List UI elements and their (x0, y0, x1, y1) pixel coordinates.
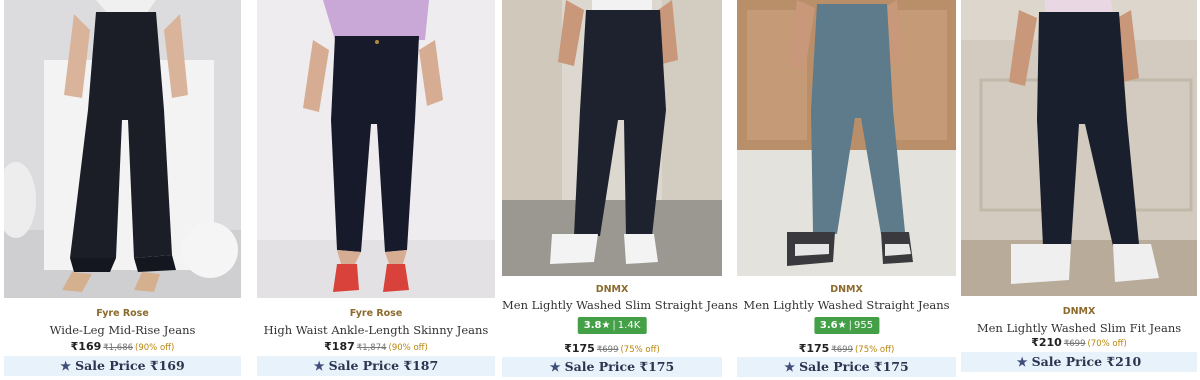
discount-text: (75% off) (854, 345, 895, 355)
sale-price-banner: ★ Sale Price ₹187 (257, 356, 495, 376)
star-icon: ★ (313, 359, 325, 373)
original-price: ₹1,686 (103, 343, 134, 353)
sale-price-banner: ★ Sale Price ₹175 (737, 357, 956, 377)
man-slim-fit-jeans-photo[interactable] (961, 0, 1197, 296)
product-card[interactable]: Fyre Rose Wide-Leg Mid-Rise Jeans ₹169 ₹1… (4, 0, 241, 380)
price-row: ₹175 ₹699 (75% off) (502, 340, 722, 357)
sale-price-label: Sale Price ₹187 (328, 358, 439, 373)
sale-price-label: Sale Price ₹210 (1031, 354, 1142, 369)
star-icon: ★ (549, 360, 561, 374)
rating-separator: | (612, 320, 616, 331)
product-card[interactable]: DNMX Men Lightly Washed Slim Fit Jeans ₹… (961, 0, 1197, 380)
product-card[interactable]: DNMX Men Lightly Washed Slim Straight Je… (502, 0, 738, 380)
brand-name: Fyre Rose (96, 308, 149, 319)
price-row: ₹175 ₹699 (75% off) (737, 340, 956, 357)
discount-text: (90% off) (135, 343, 175, 353)
rating-score: 3.6 (819, 320, 838, 331)
sale-price-label: Sale Price ₹175 (799, 359, 909, 374)
sale-price-banner: ★ Sale Price ₹169 (4, 356, 241, 376)
rating-star-icon: ★ (837, 320, 847, 331)
product-name[interactable]: Men Lightly Washed Slim Fit Jeans (961, 321, 1197, 335)
original-price: ₹699 (1063, 339, 1086, 349)
product-name[interactable]: Men Lightly Washed Slim Straight Jeans (502, 298, 738, 312)
man-slim-straight-jeans-photo[interactable] (502, 0, 722, 276)
star-icon: ★ (784, 360, 796, 374)
discount-text: (90% off) (388, 343, 428, 353)
product-name[interactable]: Wide-Leg Mid-Rise Jeans (4, 323, 241, 337)
current-price: ₹175 (564, 342, 595, 355)
woman-skinny-jeans-photo[interactable] (257, 0, 495, 298)
product-name[interactable]: High Waist Ankle-Length Skinny Jeans (257, 323, 495, 337)
rating-count: 1.4K (617, 320, 641, 331)
brand-name: Fyre Rose (349, 308, 403, 319)
rating-count: 955 (853, 320, 874, 331)
product-name[interactable]: Men Lightly Washed Straight Jeans (737, 298, 956, 312)
original-price: ₹699 (596, 345, 619, 355)
brand-name: DNMX (830, 284, 863, 295)
rating-badge[interactable]: 3.8★ | 1.4K (577, 317, 647, 334)
original-price: ₹699 (831, 345, 853, 355)
sale-price-banner: ★ Sale Price ₹210 (961, 352, 1197, 372)
rating-badge[interactable]: 3.6★ | 955 (813, 317, 880, 334)
current-price: ₹169 (70, 340, 102, 353)
woman-wide-leg-jeans-photo[interactable] (4, 0, 241, 298)
star-icon: ★ (60, 359, 72, 373)
sale-price-label: Sale Price ₹175 (564, 359, 675, 374)
price-row: ₹169 ₹1,686 (90% off) (4, 338, 241, 355)
sale-price-banner: ★ Sale Price ₹175 (502, 357, 722, 377)
discount-text: (75% off) (620, 345, 660, 355)
price-row: ₹210 ₹699 (70% off) (961, 334, 1197, 351)
brand-name: DNMX (595, 284, 629, 295)
rating-separator: | (848, 320, 852, 331)
original-price: ₹1,874 (356, 343, 387, 353)
brand-name: DNMX (1062, 306, 1096, 317)
price-row: ₹187 ₹1,874 (90% off) (257, 338, 495, 355)
rating-star-icon: ★ (601, 320, 611, 331)
sale-price-label: Sale Price ₹169 (75, 358, 185, 373)
current-price: ₹187 (324, 340, 355, 353)
product-card[interactable]: DNMX Men Lightly Washed Straight Jeans 3… (737, 0, 956, 380)
product-card[interactable]: Fyre Rose High Waist Ankle-Length Skinny… (257, 0, 495, 380)
star-icon: ★ (1016, 355, 1028, 369)
man-light-wash-jeans-photo[interactable] (737, 0, 956, 276)
current-price: ₹175 (798, 342, 830, 355)
current-price: ₹210 (1031, 336, 1062, 349)
rating-score: 3.8 (583, 320, 602, 331)
discount-text: (70% off) (1087, 339, 1127, 349)
